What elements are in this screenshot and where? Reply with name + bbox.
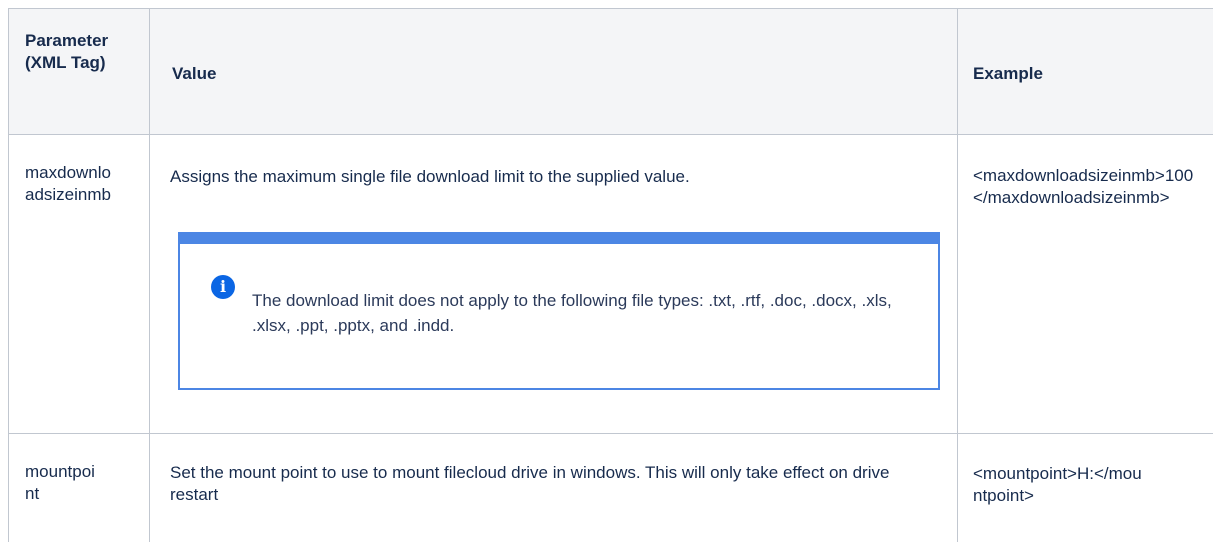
header-parameter: Parameter (XML Tag) (25, 31, 109, 72)
row-2-example: <mountpoint>H:</mountpoint> (973, 464, 1142, 505)
column-divider (149, 8, 150, 542)
table-border-top (8, 8, 1213, 9)
row-1-parameter: maxdownloadsizeinmb (25, 163, 111, 204)
info-icon: i (211, 275, 235, 299)
table-border-left (8, 8, 9, 542)
row-divider (8, 134, 1213, 135)
info-note-panel: i The download limit does not apply to t… (178, 232, 940, 390)
row-1-value: Assigns the maximum single file download… (170, 167, 690, 186)
info-note-text: The download limit does not apply to the… (252, 291, 892, 335)
row-2-parameter: mountpoint (25, 462, 95, 503)
header-value: Value (172, 64, 217, 83)
row-2-value: Set the mount point to use to mount file… (170, 463, 890, 504)
row-divider (8, 433, 1213, 434)
row-1-example: <maxdownloadsizeinmb>100</maxdownloadsiz… (973, 166, 1194, 207)
column-divider (957, 8, 958, 542)
header-example: Example (973, 64, 1043, 83)
parameters-table: Parameter (XML Tag) Value Example maxdow… (8, 8, 1213, 542)
